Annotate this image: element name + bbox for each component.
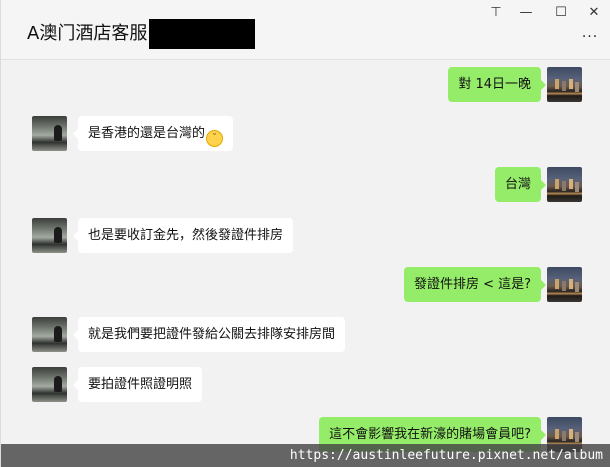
redacted-name-block <box>149 19 255 49</box>
message-bubble-self[interactable]: 發證件排房 < 這是? <box>403 267 547 302</box>
avatar-image <box>547 267 582 302</box>
avatar-image <box>32 218 67 253</box>
contact-avatar[interactable] <box>32 367 67 402</box>
more-options-icon[interactable]: ··· <box>579 30 601 46</box>
avatar-image <box>32 116 67 151</box>
avatar-image <box>32 317 67 352</box>
maximize-icon[interactable]: ☐ <box>548 4 574 22</box>
message-bubble-contact[interactable]: 是香港的還是台灣的 ˘ <box>72 116 234 151</box>
self-avatar[interactable] <box>547 167 582 202</box>
self-avatar[interactable] <box>547 267 582 302</box>
contact-avatar[interactable] <box>32 317 67 352</box>
avatar-image <box>547 167 582 202</box>
message-bubble-self[interactable]: 對 14日一晚 <box>448 67 546 102</box>
message-bubble-contact[interactable]: 要拍證件照證明照 <box>72 367 203 402</box>
minimize-icon[interactable]: — <box>513 4 539 22</box>
close-icon[interactable]: ✕ <box>581 4 607 22</box>
watermark-url: https://austinleefuture.pixnet.net/album <box>289 448 603 463</box>
title-bar: A澳门酒店客服 ⊤ — ☐ ✕ ··· <box>1 0 610 60</box>
avatar-image <box>547 67 582 102</box>
message-bubble-contact[interactable]: 就是我們要把證件發給公關去排隊安排房間 <box>72 317 346 352</box>
smile-emoji-icon: ˘ <box>206 130 224 147</box>
self-avatar[interactable] <box>547 67 582 102</box>
contact-avatar[interactable] <box>32 116 67 151</box>
message-list: 對 14日一晚 是香港的還是台灣的 ˘ 台灣 也是要收訂金先，然後發證件排房 發證… <box>1 60 610 467</box>
avatar-image <box>32 367 67 402</box>
contact-avatar[interactable] <box>32 218 67 253</box>
message-text: 是香港的還是台灣的 <box>88 126 206 141</box>
pin-icon[interactable]: ⊤ <box>483 4 509 22</box>
message-bubble-contact[interactable]: 也是要收訂金先，然後發證件排房 <box>72 218 294 253</box>
message-bubble-self[interactable]: 台灣 <box>494 167 547 202</box>
watermark-bar: https://austinleefuture.pixnet.net/album <box>1 444 610 467</box>
chat-title: A澳门酒店客服 <box>27 23 148 44</box>
chat-window: A澳门酒店客服 ⊤ — ☐ ✕ ··· 對 14日一晚 是香港的還是台灣的 ˘ 台… <box>0 0 610 467</box>
